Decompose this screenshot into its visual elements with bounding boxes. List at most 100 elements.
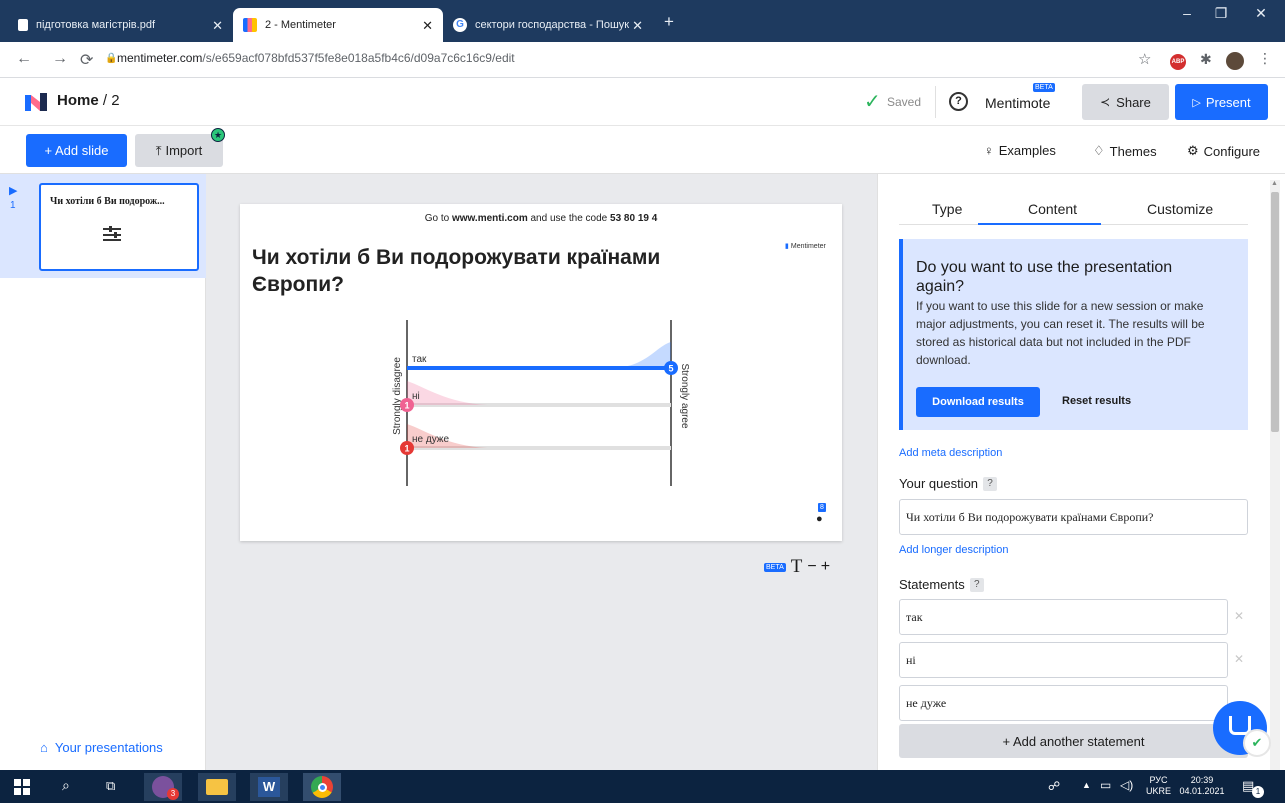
close-icon[interactable]: ✕ bbox=[632, 18, 643, 34]
slides-sidebar: ▶ 1 Чи хотіли б Ви подорож... ⌂ Your pre… bbox=[0, 174, 206, 770]
breadcrumb: Home / 2 bbox=[57, 92, 120, 109]
participants-count: 8 bbox=[818, 503, 826, 512]
restore-icon[interactable]: ❐ bbox=[1206, 5, 1236, 22]
reload-icon[interactable]: ⟳ bbox=[80, 50, 93, 70]
word-icon: W bbox=[258, 777, 280, 797]
join-code: 53 80 19 4 bbox=[610, 213, 658, 224]
notifications-count: 1 bbox=[1252, 786, 1264, 798]
word-app-icon[interactable]: W bbox=[250, 773, 288, 801]
app-header: Home / 2 ✓ Saved ? Mentimote BETA ≺ Shar… bbox=[0, 78, 1285, 126]
themes-button[interactable]: ♢ Themes bbox=[1093, 143, 1157, 159]
window-close-icon[interactable]: ✕ bbox=[1246, 5, 1276, 22]
beta-badge: BETA bbox=[1033, 83, 1055, 92]
url-field[interactable]: mentimeter.com/s/e659acf078bfd537f5fe8e0… bbox=[117, 51, 515, 65]
decrease-text-button[interactable]: − bbox=[807, 558, 816, 576]
slide-preview[interactable]: Go to www.menti.com and use the code 53 … bbox=[240, 204, 842, 541]
browser-tab-mentimeter[interactable]: 2 - Mentimeter ✕ bbox=[233, 8, 443, 42]
add-meta-description-link[interactable]: Add meta description bbox=[899, 447, 1002, 459]
share-label: Share bbox=[1116, 94, 1151, 110]
present-button[interactable]: ▷ Present bbox=[1175, 84, 1268, 120]
new-tab-button[interactable]: + bbox=[664, 12, 674, 32]
themes-label: Themes bbox=[1109, 143, 1157, 159]
language-top: РУС bbox=[1149, 775, 1168, 785]
search-icon[interactable]: ⌕ bbox=[62, 777, 70, 794]
browser-tab-strip: підготовка магістрів.pdf ✕ 2 - Mentimete… bbox=[0, 0, 1285, 42]
your-question-label: Your question bbox=[899, 476, 979, 491]
tab-customize[interactable]: Customize bbox=[1147, 201, 1213, 217]
scrollbar-thumb[interactable] bbox=[1271, 192, 1279, 432]
statements-label: Statements bbox=[899, 577, 965, 592]
close-icon[interactable]: ✕ bbox=[212, 18, 223, 34]
your-presentations-link[interactable]: ⌂ Your presentations bbox=[40, 740, 163, 755]
close-icon[interactable]: ✕ bbox=[422, 18, 433, 34]
shield-check-icon[interactable]: ✔ bbox=[1243, 729, 1271, 757]
mentimote-link[interactable]: Mentimote bbox=[985, 95, 1050, 111]
scrollbar[interactable]: ▲ bbox=[1270, 180, 1280, 770]
question-input[interactable]: Чи хотіли б Ви подорожувати країнами Євр… bbox=[899, 499, 1248, 535]
statement-input-3[interactable]: не дуже bbox=[899, 685, 1228, 721]
network-icon[interactable]: ▭ bbox=[1100, 778, 1111, 792]
import-button[interactable]: ⤒ Import bbox=[135, 134, 223, 167]
clock-date: 04.01.2021 bbox=[1179, 786, 1225, 796]
new-star-badge-icon: ★ bbox=[211, 128, 225, 142]
statement-input-2[interactable]: ні bbox=[899, 642, 1228, 678]
configure-button[interactable]: ⚙ Configure bbox=[1187, 143, 1260, 159]
chrome-app-icon[interactable] bbox=[303, 773, 341, 801]
viber-badge: 3 bbox=[167, 788, 179, 800]
scroll-up-icon[interactable]: ▲ bbox=[1271, 180, 1278, 187]
tab-type[interactable]: Type bbox=[932, 201, 962, 217]
text-size-control: BETA T − + bbox=[764, 556, 830, 578]
increase-text-button[interactable]: + bbox=[821, 558, 830, 576]
scale-value-label: 1 bbox=[404, 444, 409, 454]
add-slide-button[interactable]: + Add slide bbox=[26, 134, 127, 167]
remove-statement-icon[interactable]: ✕ bbox=[1234, 652, 1244, 666]
task-view-icon[interactable]: ⧉ bbox=[106, 778, 115, 794]
reset-results-button[interactable]: Reset results bbox=[1062, 395, 1131, 407]
chrome-icon bbox=[311, 776, 333, 798]
statement-input-1[interactable]: так bbox=[899, 599, 1228, 635]
slide-list-item[interactable]: ▶ 1 Чи хотіли б Ви подорож... bbox=[0, 174, 206, 278]
people-icon[interactable]: ☍ bbox=[1048, 779, 1060, 793]
brand-label: Mentimeter bbox=[790, 242, 826, 250]
slide-thumbnail[interactable]: Чи хотіли б Ви подорож... bbox=[39, 183, 199, 271]
help-tooltip-icon[interactable]: ? bbox=[983, 476, 998, 491]
person-icon: ● bbox=[816, 513, 823, 525]
breadcrumb-home[interactable]: Home bbox=[57, 92, 99, 109]
examples-button[interactable]: ♀ Examples bbox=[984, 143, 1056, 158]
clock[interactable]: 20:39 04.01.2021 bbox=[1178, 775, 1226, 797]
browser-tab-search[interactable]: G сектори господарства - Пошук ✕ bbox=[443, 8, 653, 42]
windows-start-icon[interactable] bbox=[14, 779, 30, 795]
share-button[interactable]: ≺ Share bbox=[1082, 84, 1169, 120]
tab-title: 2 - Mentimeter bbox=[265, 19, 336, 31]
back-icon[interactable]: ← bbox=[16, 50, 32, 68]
browser-tab-pdf[interactable]: підготовка магістрів.pdf ✕ bbox=[8, 8, 233, 42]
file-explorer-icon[interactable] bbox=[198, 773, 236, 801]
configure-label: Configure bbox=[1203, 143, 1261, 159]
extensions-icon[interactable]: ✱ bbox=[1200, 51, 1212, 68]
join-mid: and use the code bbox=[527, 213, 611, 224]
file-icon bbox=[18, 19, 28, 31]
download-results-button[interactable]: Download results bbox=[916, 387, 1040, 417]
language-indicator[interactable]: РУС UKRE bbox=[1146, 775, 1171, 797]
help-icon[interactable]: ? bbox=[949, 92, 968, 111]
add-statement-button[interactable]: + Add another statement bbox=[899, 724, 1248, 758]
help-tooltip-icon[interactable]: ? bbox=[969, 577, 984, 592]
profile-avatar[interactable] bbox=[1226, 52, 1244, 70]
adblock-icon[interactable]: ABP bbox=[1170, 54, 1186, 70]
check-icon: ✓ bbox=[864, 91, 881, 113]
volume-icon[interactable]: ◁) bbox=[1120, 778, 1133, 792]
tab-content[interactable]: Content bbox=[1028, 201, 1077, 217]
import-label: Import bbox=[165, 143, 203, 158]
forward-icon[interactable]: → bbox=[52, 50, 68, 68]
remove-statement-icon[interactable]: ✕ bbox=[1234, 609, 1244, 623]
menu-dots-icon[interactable]: ⋮ bbox=[1258, 50, 1272, 67]
right-axis-label: Strongly agree bbox=[679, 363, 690, 428]
tray-expand-icon[interactable]: ▲ bbox=[1082, 780, 1091, 790]
statement-label: так bbox=[412, 354, 427, 365]
mentimeter-logo-icon[interactable] bbox=[25, 93, 47, 111]
minimize-icon[interactable]: – bbox=[1172, 5, 1202, 21]
share-icon: ≺ bbox=[1100, 95, 1111, 109]
viber-app-icon[interactable]: 3 bbox=[144, 773, 182, 801]
add-longer-description-link[interactable]: Add longer description bbox=[899, 544, 1008, 556]
star-icon[interactable]: ☆ bbox=[1138, 50, 1151, 68]
